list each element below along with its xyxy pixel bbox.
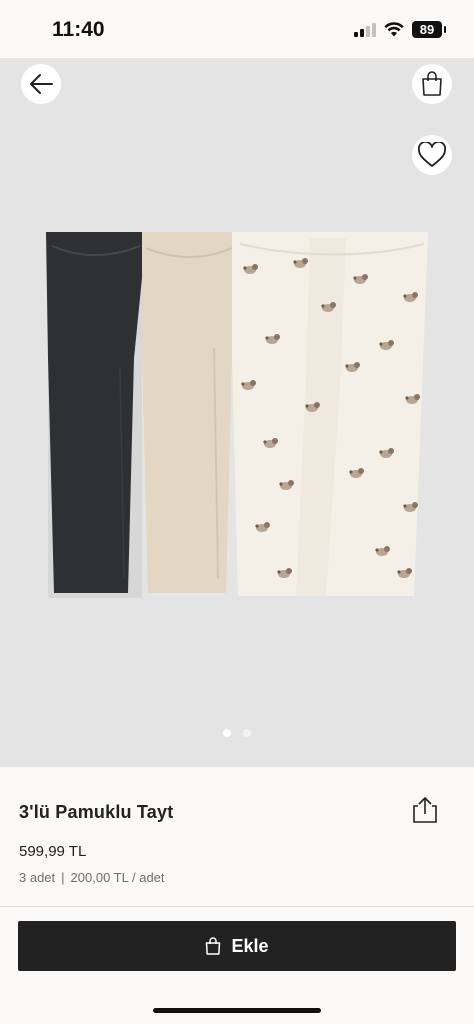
legging-beige	[142, 232, 236, 593]
pagination-dot-active[interactable]	[223, 729, 231, 737]
unit-price-info: 3 adet | 200,00 TL / adet	[19, 870, 165, 885]
shopping-bag-icon	[206, 937, 221, 955]
home-indicator	[153, 1008, 321, 1013]
signal-icon	[354, 22, 376, 37]
battery-level: 89	[419, 22, 435, 37]
status-icons: 89	[354, 21, 446, 38]
pack-quantity: 3 adet	[19, 870, 56, 885]
wifi-icon	[384, 22, 404, 37]
legging-cream-printed	[232, 232, 428, 596]
product-price: 599,99 TL	[19, 843, 87, 860]
unit-price: 200,00 TL / adet	[70, 870, 165, 885]
add-to-cart-label: Ekle	[231, 935, 269, 956]
share-icon	[413, 797, 437, 823]
back-button[interactable]	[21, 64, 61, 104]
battery-indicator: 89	[412, 21, 446, 38]
unit-separator: |	[61, 870, 65, 885]
divider	[0, 906, 474, 907]
shopping-bag-button[interactable]	[412, 64, 452, 104]
product-gallery[interactable]	[0, 58, 474, 767]
status-time: 11:40	[52, 18, 105, 41]
status-bar: 11:40 89	[0, 0, 474, 58]
arrow-left-icon	[30, 74, 53, 94]
product-title: 3'lü Pamuklu Tayt	[19, 802, 174, 822]
add-to-cart-button[interactable]: Ekle	[18, 921, 456, 971]
share-button[interactable]	[410, 795, 440, 825]
legging-dark	[46, 232, 142, 593]
favorite-button[interactable]	[412, 135, 452, 175]
gallery-pagination	[0, 729, 474, 737]
heart-icon	[417, 142, 447, 167]
shopping-bag-icon	[422, 71, 442, 96]
product-info: 3'lü Pamuklu Tayt 599,99 TL 3 adet | 200…	[0, 767, 474, 907]
pagination-dot[interactable]	[243, 729, 251, 737]
product-image	[46, 232, 428, 598]
